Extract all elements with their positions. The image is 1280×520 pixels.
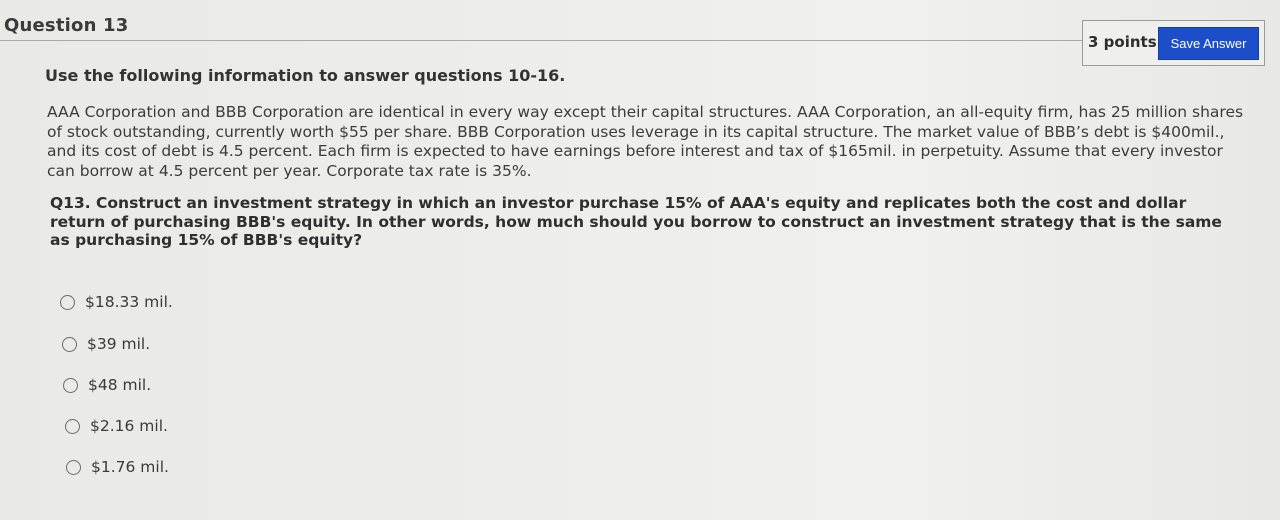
answer-option-label: $18.33 mil. <box>85 293 173 311</box>
answer-option[interactable]: $1.76 mil. <box>66 458 169 476</box>
answer-option-label: $1.76 mil. <box>91 458 169 476</box>
answer-option[interactable]: $18.33 mil. <box>60 293 173 311</box>
points-label: 3 points <box>1088 33 1157 51</box>
radio-button-icon[interactable] <box>62 336 77 352</box>
answer-option[interactable]: $48 mil. <box>63 376 151 394</box>
question-prompt: Q13. Construct an investment strategy in… <box>50 194 1222 249</box>
answer-option[interactable]: $39 mil. <box>62 335 150 353</box>
radio-button-icon[interactable] <box>63 377 78 393</box>
answer-option-label: $48 mil. <box>88 376 152 394</box>
instructions-heading: Use the following information to answer … <box>45 66 566 85</box>
radio-button-icon[interactable] <box>66 459 81 475</box>
answer-option-label: $39 mil. <box>87 335 151 353</box>
question-passage: AAA Corporation and BBB Corporation are … <box>47 103 1244 180</box>
answer-option[interactable]: $2.16 mil. <box>65 417 168 435</box>
answer-option-label: $2.16 mil. <box>90 417 168 435</box>
radio-button-icon[interactable] <box>65 418 80 434</box>
radio-button-icon[interactable] <box>60 294 75 310</box>
save-answer-button[interactable]: Save Answer <box>1158 27 1259 60</box>
question-title: Question 13 <box>4 15 129 36</box>
quiz-page: Question 13 3 points Save Answer Use the… <box>0 0 1280 520</box>
title-divider <box>0 40 1084 41</box>
points-panel: 3 points Save Answer <box>1082 20 1265 66</box>
